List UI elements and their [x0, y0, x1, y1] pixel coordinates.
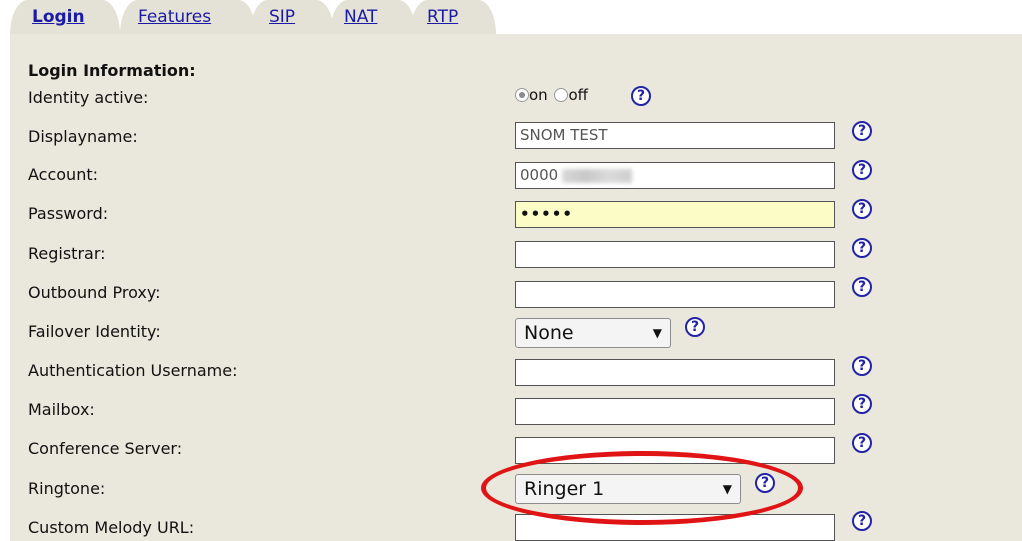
- chevron-down-icon: ▼: [722, 482, 732, 496]
- mailbox-input[interactable]: [515, 398, 835, 425]
- password-label: Password:: [28, 204, 109, 223]
- conference-server-input[interactable]: [515, 437, 835, 464]
- help-registrar-icon[interactable]: ?: [852, 238, 872, 258]
- help-account-icon[interactable]: ?: [852, 160, 872, 180]
- account-label: Account:: [28, 165, 98, 184]
- custom-melody-url-input[interactable]: [515, 514, 835, 541]
- failover-identity-value: None: [524, 322, 574, 344]
- identity-on-radio[interactable]: [515, 88, 529, 102]
- tab-rtp[interactable]: RTP: [427, 7, 458, 27]
- password-input[interactable]: •••••: [515, 201, 835, 228]
- registrar-label: Registrar:: [28, 244, 106, 263]
- identity-off-radio[interactable]: [554, 88, 569, 102]
- tab-features[interactable]: Features: [138, 7, 211, 27]
- tab-login[interactable]: Login: [32, 7, 85, 27]
- chevron-down-icon: ▼: [652, 326, 662, 340]
- tab-sip[interactable]: SIP: [269, 7, 295, 27]
- account-input[interactable]: 0000: [515, 162, 835, 189]
- mailbox-label: Mailbox:: [28, 400, 95, 419]
- auth-username-label: Authentication Username:: [28, 361, 238, 380]
- auth-username-input[interactable]: [515, 359, 835, 386]
- custom-melody-url-label: Custom Melody URL:: [28, 518, 195, 537]
- displayname-input[interactable]: SNOM TEST: [515, 122, 835, 149]
- help-password-icon[interactable]: ?: [852, 199, 872, 219]
- help-auth-username-icon[interactable]: ?: [852, 356, 872, 376]
- identity-off-label: off: [568, 86, 588, 104]
- conference-server-label: Conference Server:: [28, 439, 183, 458]
- outbound-proxy-label: Outbound Proxy:: [28, 283, 161, 302]
- account-value: 0000: [520, 166, 559, 184]
- help-identity-active-icon[interactable]: ?: [631, 86, 651, 106]
- ringtone-label: Ringtone:: [28, 479, 106, 498]
- tab-nat[interactable]: NAT: [344, 7, 377, 27]
- identity-active-label: Identity active:: [28, 88, 149, 107]
- identity-on-label: on: [529, 86, 548, 104]
- failover-identity-label: Failover Identity:: [28, 322, 161, 341]
- outbound-proxy-input[interactable]: [515, 281, 835, 308]
- help-failover-identity-icon[interactable]: ?: [685, 317, 705, 337]
- identity-active-radio-group: on off: [515, 86, 588, 110]
- help-custom-melody-url-icon[interactable]: ?: [852, 511, 872, 531]
- section-title: Login Information:: [28, 61, 196, 80]
- help-displayname-icon[interactable]: ?: [852, 121, 872, 141]
- ringtone-select[interactable]: Ringer 1 ▼: [515, 474, 741, 504]
- help-mailbox-icon[interactable]: ?: [852, 394, 872, 414]
- help-ringtone-icon[interactable]: ?: [755, 473, 775, 493]
- account-redacted: [562, 168, 633, 183]
- help-conference-server-icon[interactable]: ?: [852, 433, 872, 453]
- help-outbound-proxy-icon[interactable]: ?: [852, 277, 872, 297]
- registrar-input[interactable]: [515, 241, 835, 268]
- displayname-label: Displayname:: [28, 127, 138, 146]
- ringtone-value: Ringer 1: [524, 478, 605, 500]
- failover-identity-select[interactable]: None ▼: [515, 318, 671, 348]
